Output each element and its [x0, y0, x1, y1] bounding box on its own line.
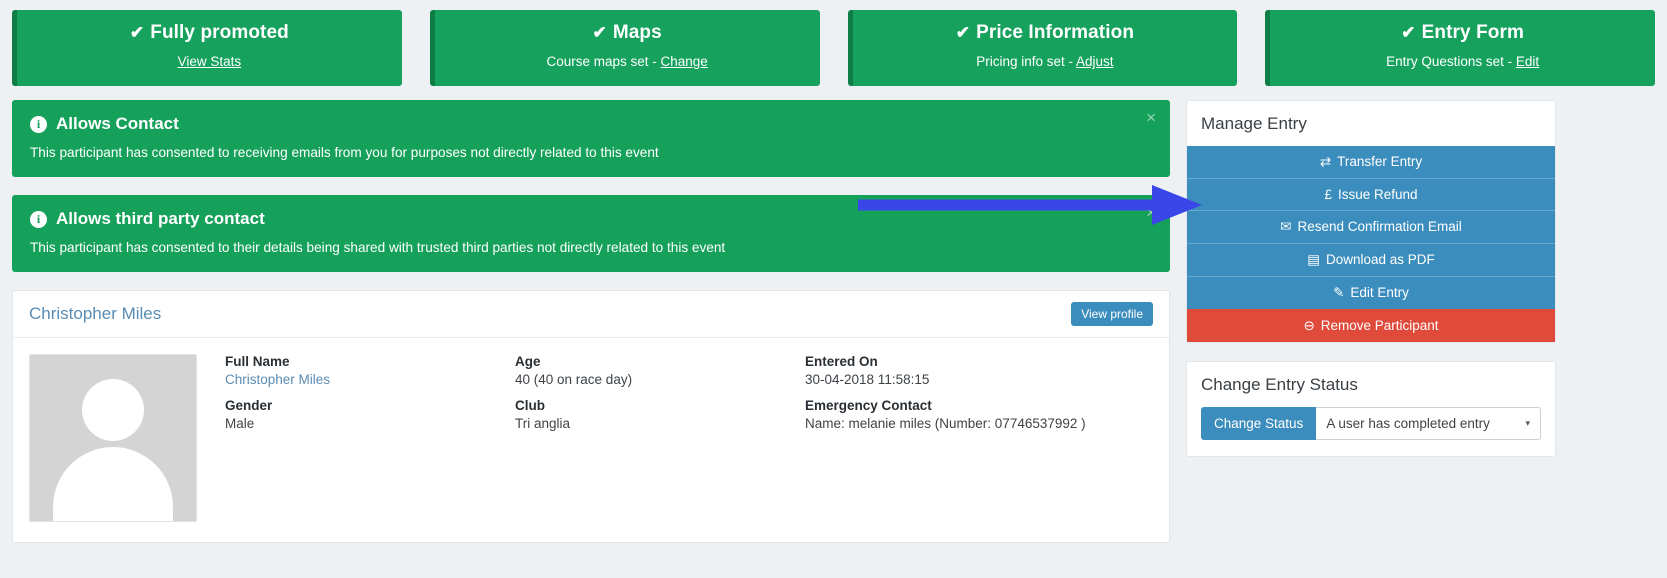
status-card-title: ✔Entry Form	[1278, 22, 1647, 44]
entry-status-selected-value: A user has completed entry	[1326, 416, 1490, 431]
main-column: × i Allows Contact This participant has …	[12, 100, 1170, 543]
status-card-maps[interactable]: ✔Maps Course maps set - Change	[430, 10, 820, 86]
status-card-sub: Pricing info set - Adjust	[861, 54, 1230, 70]
resend-confirmation-email-button[interactable]: ✉ Resend Confirmation Email	[1187, 210, 1555, 243]
chevron-down-icon: ▾	[1525, 418, 1530, 429]
entry-status-select[interactable]: A user has completed entry ▾	[1316, 407, 1541, 440]
field-value-entered-on: 30-04-2018 11:58:15	[805, 372, 1153, 387]
field-label: Age	[515, 354, 805, 369]
alert-body-text: This participant has consented to receiv…	[30, 144, 1152, 161]
close-icon[interactable]: ×	[1146, 204, 1156, 221]
minus-circle-icon: ⊖	[1303, 318, 1314, 333]
change-maps-link[interactable]: Change	[661, 54, 708, 69]
change-entry-status-title: Change Entry Status	[1187, 362, 1555, 407]
page-root: ✔Fully promoted View Stats ✔Maps Course …	[0, 0, 1667, 578]
participant-name-title: Christopher Miles	[29, 304, 161, 324]
body-wrapper: × i Allows Contact This participant has …	[0, 100, 1667, 543]
view-profile-button[interactable]: View profile	[1071, 302, 1153, 326]
field-label: Club	[515, 398, 805, 413]
alert-allows-contact: × i Allows Contact This participant has …	[12, 100, 1170, 177]
button-label: Transfer Entry	[1337, 154, 1422, 169]
change-entry-status-panel: Change Entry Status Change Status A user…	[1186, 361, 1556, 457]
status-card-price-information[interactable]: ✔Price Information Pricing info set - Ad…	[848, 10, 1238, 86]
alert-heading-text: Allows third party contact	[56, 209, 265, 229]
status-card-title: ✔Price Information	[861, 22, 1230, 44]
remove-participant-button[interactable]: ⊖ Remove Participant	[1187, 309, 1555, 342]
pencil-square-icon: ✎	[1333, 285, 1344, 300]
check-icon: ✔	[592, 23, 606, 42]
status-card-title: ✔Maps	[443, 22, 812, 44]
manage-entry-title: Manage Entry	[1187, 101, 1555, 146]
field-label: Full Name	[225, 354, 515, 369]
pound-icon: £	[1324, 187, 1332, 202]
field-value-full-name[interactable]: Christopher Miles	[225, 372, 515, 387]
download-as-pdf-button[interactable]: ▤ Download as PDF	[1187, 243, 1555, 276]
alert-heading-text: Allows Contact	[56, 114, 179, 134]
status-card-fully-promoted[interactable]: ✔Fully promoted View Stats	[12, 10, 402, 86]
check-icon: ✔	[130, 23, 144, 42]
button-label: Resend Confirmation Email	[1297, 219, 1461, 234]
status-card-sub: View Stats	[25, 54, 394, 70]
envelope-icon: ✉	[1280, 219, 1291, 234]
field-value-gender: Male	[225, 416, 515, 431]
sidebar-column: Manage Entry ⇄ Transfer Entry £ Issue Refu…	[1186, 100, 1556, 543]
alert-allows-third-party-contact: × i Allows third party contact This part…	[12, 195, 1170, 272]
info-icon: i	[30, 211, 47, 228]
field-value-age: 40 (40 on race day)	[515, 372, 805, 387]
participant-panel-body: Full Name Christopher Miles Gender Male …	[13, 338, 1169, 542]
change-status-button[interactable]: Change Status	[1201, 407, 1316, 440]
field-value-emergency-contact: Name: melanie miles (Number: 07746537992…	[805, 416, 1153, 431]
pdf-file-icon: ▤	[1307, 252, 1320, 267]
manage-entry-panel: Manage Entry ⇄ Transfer Entry £ Issue Refu…	[1186, 100, 1556, 343]
edit-entry-form-link[interactable]: Edit	[1516, 54, 1539, 69]
info-icon: i	[30, 116, 47, 133]
check-icon: ✔	[1401, 23, 1415, 42]
status-card-entry-form[interactable]: ✔Entry Form Entry Questions set - Edit	[1265, 10, 1655, 86]
adjust-pricing-link[interactable]: Adjust	[1076, 54, 1114, 69]
field-column-1: Full Name Christopher Miles Gender Male	[225, 354, 515, 522]
field-column-3: Entered On 30-04-2018 11:58:15 Emergency…	[805, 354, 1153, 522]
transfer-icon: ⇄	[1320, 154, 1331, 169]
view-stats-link[interactable]: View Stats	[178, 54, 242, 69]
change-status-row: Change Status A user has completed entry…	[1187, 407, 1555, 456]
check-icon: ✔	[956, 23, 970, 42]
alert-heading: i Allows Contact	[30, 114, 1152, 134]
alert-body-text: This participant has consented to their …	[30, 239, 1152, 256]
manage-entry-buttons: ⇄ Transfer Entry £ Issue Refund ✉ Resend Co…	[1187, 146, 1555, 342]
button-label: Issue Refund	[1338, 187, 1418, 202]
close-icon[interactable]: ×	[1146, 109, 1156, 126]
field-column-2: Age 40 (40 on race day) Club Tri anglia	[515, 354, 805, 522]
alert-heading: i Allows third party contact	[30, 209, 1152, 229]
avatar	[29, 354, 197, 522]
status-card-sub: Course maps set - Change	[443, 54, 812, 70]
participant-panel-header: Christopher Miles View profile	[13, 291, 1169, 338]
status-card-sub: Entry Questions set - Edit	[1278, 54, 1647, 70]
avatar-body-shape	[53, 447, 173, 522]
transfer-entry-button[interactable]: ⇄ Transfer Entry	[1187, 146, 1555, 178]
edit-entry-button[interactable]: ✎ Edit Entry	[1187, 276, 1555, 309]
issue-refund-button[interactable]: £ Issue Refund	[1187, 178, 1555, 210]
participant-fields: Full Name Christopher Miles Gender Male …	[197, 354, 1153, 522]
status-card-row: ✔Fully promoted View Stats ✔Maps Course …	[0, 0, 1667, 86]
field-label: Emergency Contact	[805, 398, 1153, 413]
participant-panel: Christopher Miles View profile Full Name…	[12, 290, 1170, 543]
avatar-head-shape	[82, 379, 144, 441]
button-label: Download as PDF	[1326, 252, 1435, 267]
field-value-club: Tri anglia	[515, 416, 805, 431]
field-label: Entered On	[805, 354, 1153, 369]
status-card-title: ✔Fully promoted	[25, 22, 394, 44]
button-label: Remove Participant	[1321, 318, 1439, 333]
button-label: Edit Entry	[1350, 285, 1409, 300]
field-label: Gender	[225, 398, 515, 413]
